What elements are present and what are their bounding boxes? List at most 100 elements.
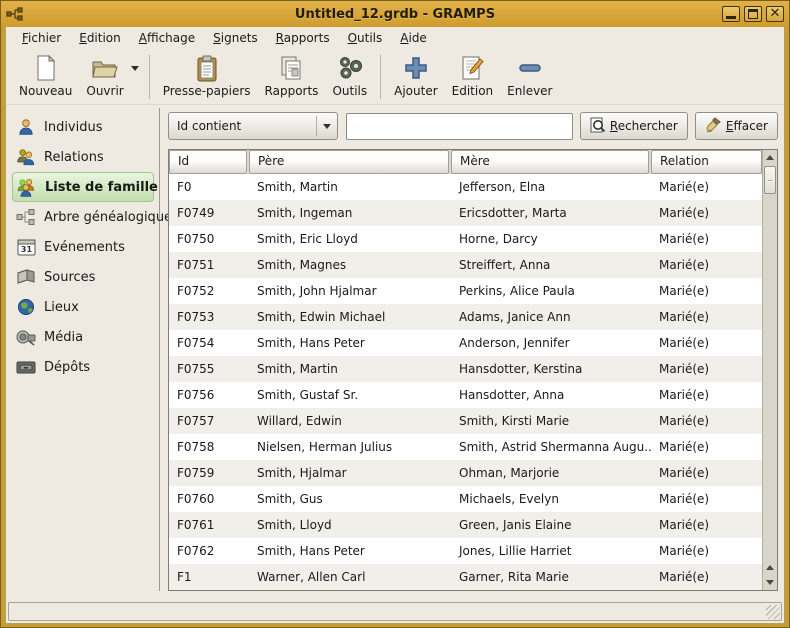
cell-id: F0749	[169, 200, 249, 226]
scroll-up-button-bottom[interactable]	[763, 560, 777, 575]
cell-father: Smith, Martin	[249, 356, 451, 382]
table-row[interactable]: F0753Smith, Edwin MichaelAdams, Janice A…	[169, 304, 762, 330]
cell-father: Smith, Hans Peter	[249, 330, 451, 356]
table-row[interactable]: F0752Smith, John HjalmarPerkins, Alice P…	[169, 278, 762, 304]
clear-button[interactable]: Effacer	[695, 112, 778, 140]
cell-relation: Marié(e)	[651, 356, 762, 382]
sidebar-item-relations[interactable]: Relations	[12, 142, 154, 172]
cell-id: F0753	[169, 304, 249, 330]
scroll-down-button[interactable]	[763, 575, 777, 590]
cell-father: Smith, John Hjalmar	[249, 278, 451, 304]
globe-icon	[15, 296, 37, 318]
scrollbar-trough[interactable]	[763, 165, 777, 560]
cell-id: F0760	[169, 486, 249, 512]
minimize-button[interactable]	[722, 6, 740, 22]
sidebar-item-lieux[interactable]: Lieux	[12, 292, 154, 322]
titlebar[interactable]: Untitled_12.grdb - GRAMPS ✕	[1, 1, 789, 27]
open-dropdown-arrow[interactable]	[131, 66, 139, 71]
table-row[interactable]: F1Warner, Allen CarlGarner, Rita MarieMa…	[169, 564, 762, 590]
menu-rapports[interactable]: Rapports	[268, 29, 338, 47]
cell-mother: Ericsdotter, Marta	[451, 200, 651, 226]
reports-button[interactable]: Rapports	[258, 52, 326, 100]
cell-relation: Marié(e)	[651, 512, 762, 538]
maximize-button[interactable]	[744, 6, 762, 22]
sidebar-item-individus[interactable]: Individus	[12, 112, 154, 142]
edit-button[interactable]: Edition	[445, 52, 501, 100]
table-row[interactable]: F0756Smith, Gustaf Sr.Hansdotter, AnnaMa…	[169, 382, 762, 408]
scrollbar-thumb[interactable]	[764, 166, 776, 194]
cell-id: F0761	[169, 512, 249, 538]
table-row[interactable]: F0761Smith, LloydGreen, Janis ElaineMari…	[169, 512, 762, 538]
sidebar-item-liste-de-famille[interactable]: Liste de famille	[12, 172, 154, 202]
cell-relation: Marié(e)	[651, 330, 762, 356]
filter-field-select[interactable]: Id contient	[168, 112, 338, 140]
cell-mother: Jefferson, Elna	[451, 174, 651, 200]
remove-button[interactable]: Enlever	[500, 52, 559, 100]
cell-mother: Jones, Lillie Harriet	[451, 538, 651, 564]
combo-dropdown-button[interactable]	[317, 124, 337, 129]
minimize-icon	[726, 16, 736, 19]
table-row[interactable]: F0758Nielsen, Herman JuliusSmith, Astrid…	[169, 434, 762, 460]
cell-father: Nielsen, Herman Julius	[249, 434, 451, 460]
table-row[interactable]: F0762Smith, Hans PeterJones, Lillie Harr…	[169, 538, 762, 564]
table-row[interactable]: F0755Smith, MartinHansdotter, KerstinaMa…	[169, 356, 762, 382]
column-header-relation[interactable]: Relation	[651, 150, 762, 174]
statusbar-field	[8, 602, 782, 621]
menu-outils[interactable]: Outils	[340, 29, 391, 47]
filter-field-value: Id contient	[169, 119, 316, 133]
table-row[interactable]: F0754Smith, Hans PeterAnderson, Jennifer…	[169, 330, 762, 356]
gears-icon	[336, 54, 364, 82]
scroll-up-button[interactable]	[763, 150, 777, 165]
clipboard-icon	[195, 54, 219, 82]
sidebar-item-sources[interactable]: Sources	[12, 262, 154, 292]
clipboard-button[interactable]: Presse-papiers	[156, 52, 258, 100]
cell-mother: Michaels, Evelyn	[451, 486, 651, 512]
tools-button[interactable]: Outils	[325, 52, 374, 100]
add-button[interactable]: Ajouter	[387, 52, 445, 100]
table-row[interactable]: F0751Smith, MagnesStreiffert, AnnaMarié(…	[169, 252, 762, 278]
column-header-mere[interactable]: Mère	[451, 150, 649, 174]
table-row[interactable]: F0759Smith, HjalmarOhman, MarjorieMarié(…	[169, 460, 762, 486]
toolbar-separator	[380, 55, 381, 99]
svg-text:31: 31	[20, 245, 32, 254]
cell-father: Warner, Allen Carl	[249, 564, 451, 590]
app-window: Untitled_12.grdb - GRAMPS ✕ Fichier Edit…	[0, 0, 790, 628]
person-icon	[15, 116, 37, 138]
table-row[interactable]: F0Smith, MartinJefferson, ElnaMarié(e)	[169, 174, 762, 200]
table-row[interactable]: F0760Smith, GusMichaels, EvelynMarié(e)	[169, 486, 762, 512]
cell-id: F1	[169, 564, 249, 590]
vertical-scrollbar[interactable]	[762, 150, 777, 590]
family-table: Id Père Mère Relation F0Smith, MartinJef…	[168, 149, 778, 591]
new-button[interactable]: Nouveau	[12, 52, 79, 100]
sidebar-item-media[interactable]: Média	[12, 322, 154, 352]
cell-relation: Marié(e)	[651, 252, 762, 278]
book-icon	[15, 266, 37, 288]
arrow-down-icon	[766, 580, 774, 585]
menu-aide[interactable]: Aide	[392, 29, 435, 47]
cell-father: Smith, Hans Peter	[249, 538, 451, 564]
two-people-icon	[15, 146, 37, 168]
sidebar-item-depots[interactable]: Dépôts	[12, 352, 154, 382]
menu-affichage[interactable]: Affichage	[131, 29, 203, 47]
menu-edition[interactable]: Edition	[71, 29, 129, 47]
column-header-pere[interactable]: Père	[249, 150, 449, 174]
menu-fichier[interactable]: Fichier	[14, 29, 69, 47]
cell-mother: Anderson, Jennifer	[451, 330, 651, 356]
filter-text-input[interactable]	[346, 113, 573, 140]
table-row[interactable]: F0749Smith, IngemanEricsdotter, MartaMar…	[169, 200, 762, 226]
search-button[interactable]: Rechercher	[580, 112, 688, 140]
cell-mother: Streiffert, Anna	[451, 252, 651, 278]
reports-icon	[278, 54, 304, 82]
resize-grip[interactable]	[766, 605, 780, 619]
cell-mother: Horne, Darcy	[451, 226, 651, 252]
table-row[interactable]: F0757Willard, EdwinSmith, Kirsti MarieMa…	[169, 408, 762, 434]
toolbar: Nouveau Ouvrir Presse-papiers Rap	[6, 48, 784, 105]
close-button[interactable]: ✕	[766, 6, 784, 22]
cell-id: F0757	[169, 408, 249, 434]
open-button[interactable]: Ouvrir	[79, 52, 130, 100]
menu-signets[interactable]: Signets	[205, 29, 266, 47]
table-row[interactable]: F0750Smith, Eric LloydHorne, DarcyMarié(…	[169, 226, 762, 252]
column-header-id[interactable]: Id	[169, 150, 247, 174]
sidebar-item-arbre-genealogique[interactable]: Arbre généalogique	[12, 202, 154, 232]
sidebar-item-evenements[interactable]: 31 Evénements	[12, 232, 154, 262]
